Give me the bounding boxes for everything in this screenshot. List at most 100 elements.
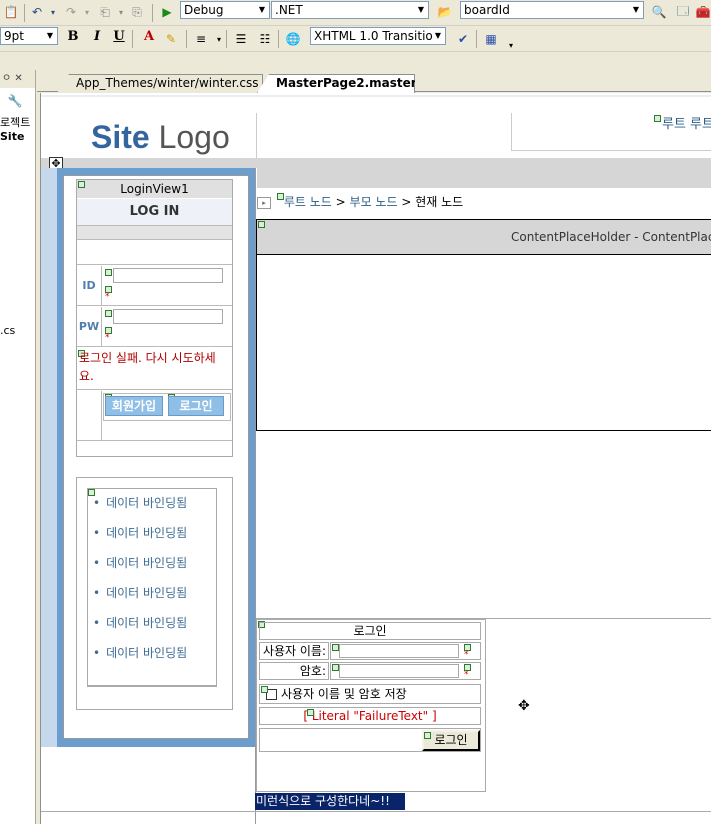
pw-label: PW bbox=[77, 307, 102, 346]
content-placeholder-label: ContentPlaceHolder - ContentPlaceH bbox=[511, 230, 711, 244]
login-control[interactable]: 로그인 사용자 이름: * 암호: * 사용자 이름 및 암호 저장 [ Lit… bbox=[256, 619, 486, 792]
list-item[interactable]: 데이터 바인딩됨 bbox=[93, 614, 187, 631]
formatting-toolbar: 9pt ▼ B I U A ✎ ≡ ▾ ☰ ☷ 🌐 XHTML 1.0 Tran… bbox=[0, 26, 711, 52]
italic-button[interactable]: I bbox=[88, 28, 106, 46]
solution-item-cs[interactable]: .cs bbox=[0, 324, 15, 337]
solution-item-site[interactable]: Site bbox=[0, 130, 24, 143]
list-item[interactable]: 데이터 바인딩됨 bbox=[93, 644, 187, 661]
control-tag-icon bbox=[654, 115, 661, 122]
breadcrumb-current: 현재 노드 bbox=[415, 195, 464, 209]
find-combo[interactable]: boardId ▼ bbox=[460, 1, 644, 19]
chevron-down-icon: ▼ bbox=[46, 31, 54, 40]
loginview-control[interactable]: LoginView1 LOG IN ID * PW * 로그인 실패. 다시 시… bbox=[76, 179, 233, 457]
platform-value: .NET bbox=[275, 3, 303, 17]
pw-required-star: * bbox=[105, 333, 110, 343]
remember-row: 사용자 이름 및 암호 저장 bbox=[259, 684, 481, 704]
fore-color-icon[interactable]: A bbox=[140, 28, 158, 46]
password-input[interactable] bbox=[339, 664, 459, 678]
redo-dropdown-icon[interactable]: ▾ bbox=[78, 3, 96, 21]
loginview-row bbox=[77, 226, 232, 240]
id-required-star: * bbox=[105, 292, 110, 302]
find-combo-value: boardId bbox=[464, 3, 510, 17]
login-control-button[interactable]: 로그인 bbox=[422, 730, 480, 751]
id-label: ID bbox=[77, 266, 102, 305]
format-icon[interactable]: ▦ bbox=[482, 30, 500, 48]
id-row: ID * bbox=[77, 266, 232, 306]
id-input[interactable] bbox=[113, 268, 223, 283]
solution-config-select[interactable]: Debug ▼ bbox=[180, 1, 270, 19]
pin-close-icons[interactable]: ㅇ ✕ bbox=[2, 73, 23, 84]
justify-icon[interactable]: ≡ bbox=[192, 30, 210, 48]
platform-select[interactable]: .NET ▼ bbox=[271, 1, 429, 19]
nav-band bbox=[257, 168, 711, 188]
failure-text-row: [ Literal "FailureText" ] bbox=[259, 707, 481, 725]
logo-text: Logo bbox=[149, 119, 230, 155]
breadcrumb-root[interactable]: 루트 노드 bbox=[284, 195, 332, 209]
chevron-down-icon: ▼ bbox=[434, 31, 442, 40]
toolbar-separator bbox=[132, 30, 133, 48]
list-item[interactable]: 데이터 바인딩됨 bbox=[93, 524, 187, 541]
signup-button[interactable]: 회원가입 bbox=[105, 396, 163, 416]
toolbar-separator bbox=[24, 4, 25, 22]
standard-toolbar: 📋 ↶ ▾ ↷ ▾ ⎗ ▾ ⎘ ▶ Debug ▼ .NET ▼ 📂 board… bbox=[0, 0, 711, 26]
undo-dropdown-icon[interactable]: ▾ bbox=[44, 3, 62, 21]
solution-item-project[interactable]: 로젝트 bbox=[0, 114, 30, 130]
pw-input[interactable] bbox=[113, 309, 223, 324]
loginview-row bbox=[77, 241, 232, 265]
toolbox-icon[interactable]: 🧰 bbox=[694, 3, 711, 21]
solution-explorer-panel: ㅇ ✕ 🔧 로젝트 Site .cs bbox=[0, 70, 36, 824]
login-control-title: 로그인 bbox=[259, 622, 481, 640]
control-tag-icon bbox=[307, 709, 314, 716]
pw-row: PW * bbox=[77, 307, 232, 347]
control-tag-icon bbox=[261, 686, 268, 693]
list-item[interactable]: 데이터 바인딩됨 bbox=[93, 494, 187, 511]
bottom-border bbox=[41, 811, 711, 812]
highlight-icon[interactable]: ✎ bbox=[162, 30, 180, 48]
font-size-select[interactable]: 9pt ▼ bbox=[0, 27, 58, 45]
bold-button[interactable]: B bbox=[64, 28, 82, 46]
bullet-list-icon[interactable]: ☰ bbox=[232, 30, 250, 48]
numbered-list-icon[interactable]: ☷ bbox=[256, 30, 274, 48]
password-required-star: * bbox=[464, 670, 469, 680]
login-heading: LOG IN bbox=[77, 199, 232, 226]
top-right-box: 루트 루트 bbox=[511, 113, 711, 151]
check-accessibility-icon[interactable]: ✔ bbox=[454, 30, 472, 48]
design-surface[interactable]: Site Logo 루트 루트 ✥ LoginView1 LOG IN ID *… bbox=[40, 93, 711, 824]
logo-area: Site Logo bbox=[57, 113, 257, 163]
username-label: 사용자 이름: bbox=[259, 642, 329, 660]
doctype-select[interactable]: XHTML 1.0 Transitio ▼ bbox=[310, 27, 446, 45]
toolbar-separator bbox=[186, 30, 187, 48]
hyperlink-icon[interactable]: 🌐 bbox=[284, 30, 302, 48]
solution-explorer-icon[interactable]: 🔍 bbox=[650, 3, 668, 21]
top-right-link[interactable]: 루트 루트 bbox=[662, 113, 711, 132]
footer-selected-text[interactable]: 미런식으로 구성한다네~!! bbox=[255, 793, 405, 810]
control-tag-icon bbox=[332, 644, 339, 651]
properties-icon[interactable]: 🗔 bbox=[674, 3, 692, 21]
find-in-files-icon[interactable]: 📂 bbox=[436, 3, 454, 21]
navigate-forward-icon[interactable]: ⎘ bbox=[128, 3, 146, 21]
tab-winter-css[interactable]: App_Themes/winter/winter.css bbox=[57, 74, 263, 92]
content-placeholder[interactable]: ContentPlaceHolder - ContentPlaceH bbox=[256, 219, 711, 431]
doctype-value: XHTML 1.0 Transitio bbox=[314, 29, 433, 43]
solution-config-value: Debug bbox=[184, 3, 224, 17]
username-input[interactable] bbox=[339, 644, 459, 658]
paste-icon[interactable]: 📋 bbox=[2, 3, 20, 21]
properties-icon[interactable]: 🔧 bbox=[6, 92, 24, 110]
login-error-text: 로그인 실패. 다시 시도하세요. bbox=[79, 351, 216, 383]
underline-button[interactable]: U bbox=[110, 28, 128, 46]
breadcrumb-parent[interactable]: 부모 노드 bbox=[350, 195, 398, 209]
chevron-down-icon: ▼ bbox=[417, 5, 425, 14]
header-band bbox=[41, 158, 711, 168]
top-border bbox=[41, 95, 711, 97]
list-item[interactable]: 데이터 바인딩됨 bbox=[93, 584, 187, 601]
breadcrumb-separator: > bbox=[335, 195, 346, 209]
control-tag-icon bbox=[332, 664, 339, 671]
start-debugging-icon[interactable]: ▶ bbox=[158, 3, 176, 21]
login-button[interactable]: 로그인 bbox=[168, 396, 224, 416]
list-item[interactable]: 데이터 바인딩됨 bbox=[93, 554, 187, 571]
toolbar-separator bbox=[152, 4, 153, 22]
header-divider bbox=[256, 113, 257, 163]
toolbar-separator bbox=[278, 30, 279, 48]
toolbar-options-icon[interactable]: ▾ bbox=[502, 36, 520, 54]
tab-masterpage2[interactable]: MasterPage2.master* bbox=[257, 74, 415, 93]
